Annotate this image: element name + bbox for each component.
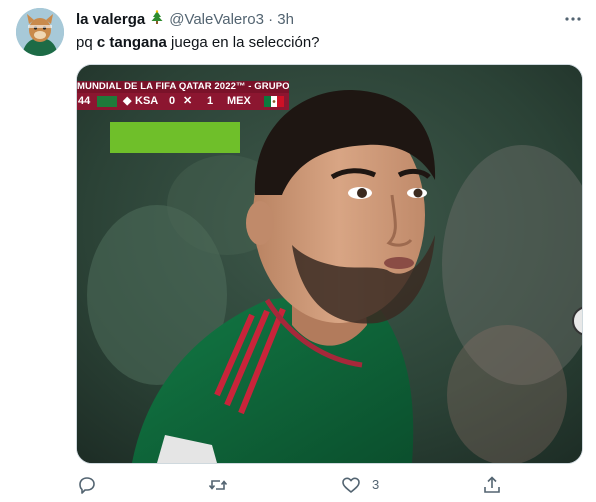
separator-dot: · [268,11,274,28]
tweet-media-image[interactable]: MUNDIAL DE LA FIFA QATAR 2022™ - GRUPO C… [76,64,583,464]
display-name[interactable]: la valerga [76,11,145,28]
avatar[interactable] [16,8,64,56]
tweet-text-start: pq [76,34,97,51]
match-minute: 44 [78,95,91,107]
scorebug-score: 44 ◆ KSA 0 ✕ 1 MEX [77,93,289,110]
ksa-flag-icon [97,96,117,107]
tweet-actions [0,472,596,500]
tweet-text-bold: c tangana [96,34,167,51]
like-count: 3 [372,477,380,492]
scorebug-title: MUNDIAL DE LA FIFA QATAR 2022™ - GRUPO C [77,81,289,93]
away-score: 1 [207,95,214,107]
tweet-header: la valerga @ValeValero3 · 3h [76,10,294,29]
home-team: KSA [135,95,159,107]
home-score: 0 [169,95,176,107]
mex-flag-icon [264,96,284,107]
green-redaction-box [110,122,240,153]
reply-icon[interactable] [76,474,98,496]
x-logo-icon: ✕ [183,95,193,107]
timestamp[interactable]: 3h [277,11,294,28]
tweet-text-end: juega en la selección? [166,34,320,51]
scorebug: MUNDIAL DE LA FIFA QATAR 2022™ - GRUPO C… [77,81,289,111]
away-team: MEX [227,95,251,107]
retweet-icon[interactable] [207,474,229,496]
more-icon[interactable] [562,10,584,28]
tweet-text: pq c tangana juega en la selección? [76,33,320,53]
share-icon[interactable] [481,474,503,496]
tweet[interactable]: la valerga @ValeValero3 · 3h pq c tangana… [0,0,596,502]
diamond-icon: ◆ [123,95,132,107]
christmas-tree-icon [149,10,165,26]
like-icon[interactable] [340,474,362,496]
user-handle[interactable]: @ValeValero3 [169,11,264,28]
